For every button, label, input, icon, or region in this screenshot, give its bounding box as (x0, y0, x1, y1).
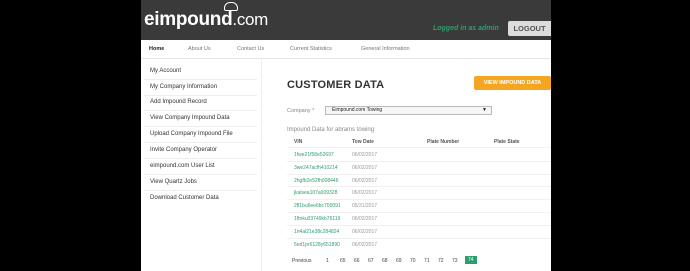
pager-page[interactable]: 73 (452, 258, 458, 264)
table-row-date: 06/02/2017 (352, 190, 378, 196)
company-select[interactable]: Eimpound.com Towing ▼ (325, 106, 492, 115)
sidebar-item-download-customer-data[interactable]: Download Customer Data (150, 195, 219, 201)
logout-button[interactable]: LOGOUT (508, 21, 551, 36)
top-header: eimpound.com Logged in as admin LOGOUT (141, 0, 551, 40)
table-row-vin[interactable]: 3we247acfh410214 (294, 165, 338, 171)
table-row-vin[interactable]: 1fwe21f58e52697 (294, 152, 334, 158)
pager-page[interactable]: 69 (396, 258, 402, 264)
sidebar-item-my-account[interactable]: My Account (150, 68, 181, 74)
view-impound-data-button[interactable]: VIEW IMPOUND DATA (474, 76, 551, 90)
pager-page[interactable]: 72 (438, 258, 444, 264)
logo-suffix: .com (232, 10, 269, 29)
column-header-tow-date[interactable]: Tow Date (352, 139, 374, 145)
sidebar-item-view-impound-data[interactable]: View Company Impound Data (150, 115, 230, 121)
sidebar-item-invite-operator[interactable]: Invite Company Operator (150, 147, 217, 153)
app-window: eimpound.com Logged in as admin LOGOUT H… (141, 0, 551, 271)
main-nav: Home About Us Contact Us Current Statist… (141, 40, 551, 59)
logged-in-text: Logged in as admin (433, 25, 499, 32)
sidebar-item-user-list[interactable]: eimpound.com User List (150, 163, 215, 169)
sidebar-divider (144, 158, 257, 159)
pager-page[interactable]: 1 (326, 258, 329, 264)
pager-page[interactable]: 68 (382, 258, 388, 264)
pager-page[interactable]: 65 (340, 258, 346, 264)
column-header-plate-state[interactable]: Plate State (494, 139, 520, 145)
nav-about-us[interactable]: About Us (188, 46, 211, 52)
sidebar-divider (144, 126, 257, 127)
car-icon (224, 2, 238, 11)
sidebar-divider (144, 190, 257, 191)
sidebar-item-view-quartz-jobs[interactable]: View Quartz Jobs (150, 179, 197, 185)
table-row-date: 06/02/2017 (352, 229, 378, 235)
table-divider (287, 174, 551, 175)
sidebar-item-add-impound-record[interactable]: Add Impound Record (150, 99, 207, 105)
nav-general-information[interactable]: General Information (361, 46, 410, 52)
pager-previous[interactable]: Previous (292, 258, 311, 264)
sidebar-divider (144, 174, 257, 175)
sidebar-item-upload-impound-file[interactable]: Upload Company Impound File (150, 131, 233, 137)
table-row-date: 06/02/2017 (352, 152, 378, 158)
table-row-vin[interactable]: 5nd1pr6128y651890 (294, 242, 340, 248)
main-content: CUSTOMER DATA VIEW IMPOUND DATA Company … (262, 59, 551, 271)
table-divider (287, 238, 551, 239)
company-select-value: Eimpound.com Towing (332, 107, 383, 113)
table-row-date: 06/02/2017 (352, 165, 378, 171)
table-divider (287, 186, 551, 187)
table-divider (287, 212, 551, 213)
sidebar-divider (144, 142, 257, 143)
pager-page[interactable]: 66 (354, 258, 360, 264)
site-logo[interactable]: eimpound.com (144, 9, 268, 31)
sidebar: My Account My Company Information Add Im… (141, 59, 262, 271)
pager-page[interactable]: 71 (424, 258, 430, 264)
column-header-vin[interactable]: VIN (294, 139, 302, 145)
table-row-vin[interactable]: 2hgfb2e52fh008446 (294, 178, 339, 184)
company-label: Company * (287, 108, 315, 114)
logo-e: e (144, 9, 155, 30)
nav-home[interactable]: Home (149, 46, 164, 52)
table-row-date: 06/02/2017 (352, 242, 378, 248)
table-row-vin[interactable]: 2fl1bu6ee6bc700091 (294, 203, 341, 209)
table-row-date: 05/31/2017 (352, 203, 378, 209)
table-row-date: 06/02/2017 (352, 178, 378, 184)
column-header-plate-number[interactable]: Plate Number (427, 139, 459, 145)
pager-page-active[interactable]: 74 (465, 256, 477, 264)
table-divider (287, 225, 551, 226)
sidebar-divider (144, 79, 257, 80)
table-divider (287, 147, 551, 148)
sidebar-item-company-information[interactable]: My Company Information (150, 84, 217, 90)
table-row-vin[interactable]: jkalsea107a009328 (294, 190, 337, 196)
table-divider (287, 161, 551, 162)
chevron-down-icon: ▼ (482, 107, 487, 113)
sidebar-divider (144, 110, 257, 111)
table-row-date: 06/02/2017 (352, 216, 378, 222)
table-row-vin[interactable]: 1n4al21e38c284824 (294, 229, 339, 235)
page-title: CUSTOMER DATA (287, 79, 385, 91)
pager-page[interactable]: 67 (368, 258, 374, 264)
table-row-vin[interactable]: 1ftnku03749kb76119 (294, 216, 340, 222)
logo-impound: impound (154, 9, 233, 30)
pager-page[interactable]: 70 (410, 258, 416, 264)
sidebar-divider (144, 95, 257, 96)
table-divider (287, 199, 551, 200)
impound-data-subtitle: Impound Data for abrams towing (287, 127, 375, 133)
nav-contact-us[interactable]: Contact Us (237, 46, 264, 52)
nav-current-statistics[interactable]: Current Statistics (290, 46, 332, 52)
